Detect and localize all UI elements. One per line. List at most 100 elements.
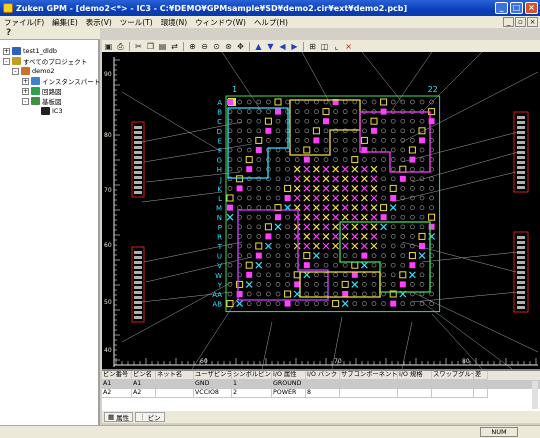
grid-icon[interactable]: ⊞ (308, 42, 317, 51)
zoom-area-icon[interactable]: ⊛ (224, 42, 233, 51)
bga-pad (314, 109, 319, 114)
bga-pad-ground (293, 184, 301, 192)
layer-icon[interactable]: ◫ (320, 42, 329, 51)
arrow-left-icon[interactable]: ◀ (278, 42, 287, 51)
bga-pad (381, 128, 386, 134)
bga-pad (294, 109, 300, 114)
bga-pad-power (323, 118, 329, 125)
bga-pad-power (246, 166, 253, 173)
paste-icon[interactable]: ▤ (158, 42, 167, 51)
arrow-up-icon[interactable]: ▲ (254, 42, 263, 51)
bga-pad (390, 282, 396, 287)
zoom-in-icon[interactable]: ⊕ (188, 42, 197, 51)
menu-window[interactable]: ウィンドウ(W) (191, 17, 250, 28)
measure-icon[interactable]: ⌞ (332, 42, 341, 51)
tab-pins[interactable]: ⋮ ピン (135, 412, 165, 422)
bga-pad (323, 138, 329, 143)
menu-tools[interactable]: ツール(T) (116, 17, 157, 28)
bga-pad-power (284, 300, 291, 307)
connector-pad (134, 176, 142, 179)
table-cell (398, 380, 432, 389)
bga-pad (400, 243, 406, 249)
table-cell (474, 380, 488, 389)
tree-item-instance-parts[interactable]: + インスタンスパート (22, 76, 100, 86)
zoom-out-icon[interactable]: ⊖ (200, 42, 209, 51)
tree-item-ic3[interactable]: IC3 (41, 106, 63, 116)
delete-icon[interactable]: × (344, 42, 353, 51)
bga-pad-ground (360, 232, 368, 240)
menu-file[interactable]: ファイル(F) (0, 17, 48, 28)
close-button[interactable]: × (525, 2, 538, 14)
menu-view[interactable]: 表示(V) (82, 17, 116, 28)
bga-pad (246, 195, 252, 201)
connector-pad (134, 301, 142, 304)
help-icon[interactable]: ? (6, 28, 11, 38)
collapse-icon[interactable]: - (12, 67, 19, 75)
column-header: I/O 属性 (272, 371, 306, 380)
bga-pad (333, 253, 338, 258)
pan-icon[interactable]: ✥ (236, 42, 245, 51)
zoom-fit-icon[interactable]: ⊙ (212, 42, 221, 51)
arrow-down-icon[interactable]: ▼ (266, 42, 275, 51)
menu-help[interactable]: ヘルプ(H) (250, 17, 292, 28)
bga-pad-ground (312, 165, 320, 173)
tab-attributes[interactable]: ▦ 属性 (104, 412, 134, 422)
bga-pad-ground (322, 165, 330, 173)
swap-icon[interactable]: ⇄ (170, 42, 179, 51)
collapse-icon[interactable]: - (3, 57, 10, 65)
tree-item-database[interactable]: + test1_dldb (3, 46, 57, 56)
bga-pad-ground (303, 271, 311, 279)
connector-pad (134, 131, 142, 134)
bga-pad (237, 157, 242, 162)
column-header: シンボルピン ID (232, 371, 272, 380)
collapse-icon[interactable]: - (22, 97, 29, 105)
arrow-right-icon[interactable]: ▶ (290, 42, 299, 51)
tree-item-board[interactable]: - 基板図 (22, 96, 62, 106)
copy-icon[interactable]: ❐ (146, 42, 155, 51)
tree-item-all-projects[interactable]: - すべてのプロジェクト (3, 56, 87, 66)
bga-pad-signal (264, 117, 272, 125)
bga-pad (266, 205, 271, 210)
bga-pad (275, 243, 281, 249)
chip-icon (41, 107, 50, 115)
maximize-button[interactable]: □ (510, 2, 523, 14)
save-icon[interactable]: ▣ (104, 42, 113, 51)
mdi-minimize-button[interactable]: _ (503, 17, 514, 27)
bga-pad (294, 128, 300, 134)
table-row[interactable]: A1 A1 GND 1 GROUND (102, 380, 540, 389)
connector-pad (517, 271, 525, 274)
expand-icon[interactable]: + (3, 47, 10, 55)
minimize-button[interactable]: _ (495, 2, 508, 14)
pcb-drawing[interactable]: 90807060504060 70 801 22ABCDEFGHJKLMNPRTUVW… (102, 52, 540, 369)
expand-icon[interactable]: + (22, 77, 29, 85)
table-row[interactable]: A2 A2 VCCIO8 2 POWER 8 (102, 389, 540, 398)
tree-item-demo2[interactable]: - demo2 (12, 66, 55, 76)
bga-pad (275, 138, 281, 143)
bga-pad (400, 99, 406, 105)
table-cell: GROUND (272, 380, 306, 389)
row-label: AB (212, 301, 222, 309)
bga-pad (419, 214, 425, 220)
mdi-restore-button[interactable]: ▫ (515, 17, 526, 27)
connector-pad (134, 146, 142, 149)
mdi-close-button[interactable]: × (527, 17, 538, 27)
bga-pad (381, 186, 386, 191)
menu-edit[interactable]: 編集(E) (48, 17, 82, 28)
bga-pad (410, 224, 415, 230)
tree-item-schematic[interactable]: + 回路図 (22, 86, 62, 96)
table-header: ピン番号ピン名ネット名ユーザピンラベルシンボルピン IDI/O 属性I/O バン… (102, 371, 540, 380)
menu-environment[interactable]: 環境(N) (157, 17, 191, 28)
cut-icon[interactable]: ✂ (134, 42, 143, 51)
bga-pad (285, 272, 290, 278)
scale-label-left: 40 (104, 347, 112, 354)
pcb-canvas[interactable]: 90 80 70 60 50 40 60 70 80 1 22 A B C D E F G H J K L M N P R T U V W… (102, 52, 540, 369)
bga-pad (362, 282, 367, 287)
expand-icon[interactable]: + (22, 87, 29, 95)
bga-pad-ground (255, 261, 263, 269)
table-cell (340, 389, 398, 398)
print-icon[interactable]: ⎙ (116, 42, 125, 51)
table-scrollbar[interactable] (532, 381, 538, 409)
connector-pad (134, 171, 142, 174)
bga-pad (419, 99, 425, 105)
bga-pad-ground (370, 184, 378, 192)
